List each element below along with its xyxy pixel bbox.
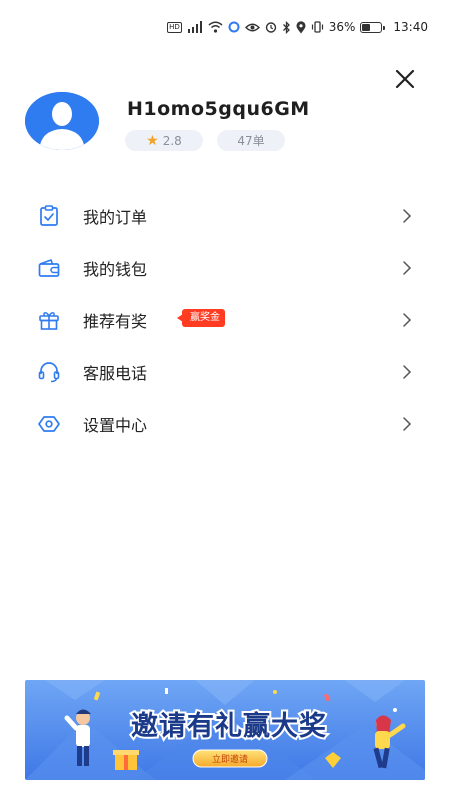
vibrate-icon — [311, 21, 324, 33]
status-bar: HD 36% 13:40 — [0, 0, 450, 52]
orders-chip: 47单 — [217, 130, 285, 151]
star-icon: ★ — [146, 132, 159, 149]
alarm-icon — [265, 21, 277, 33]
chevron-right-icon — [403, 365, 412, 379]
rating-chip: ★ 2.8 — [125, 130, 203, 151]
banner-headline: 邀请有礼赢大奖 — [131, 710, 327, 742]
close-icon — [395, 69, 415, 89]
menu-item-customer-service[interactable]: 客服电话 — [0, 346, 450, 398]
profile-section: H1omo5gqu6GM ★ 2.8 47单 — [25, 92, 425, 162]
battery-percent: 36% — [328, 20, 356, 34]
battery-level-fill — [362, 23, 370, 31]
headset-icon — [38, 362, 60, 383]
location-icon — [296, 20, 306, 34]
clock: 13:40 — [393, 20, 428, 34]
chevron-right-icon — [403, 209, 412, 223]
gift-box-illustration — [113, 750, 139, 770]
menu-item-label: 我的钱包 — [83, 260, 148, 279]
invite-now-button[interactable]: 立即邀请 — [192, 749, 268, 768]
menu-list: 我的订单 我的钱包 推荐有奖 赢奖金 客服电话 设置中心 — [0, 190, 450, 450]
username: H1omo5gqu6GM — [127, 98, 310, 120]
hd-icon: HD — [167, 21, 182, 33]
eye-icon — [244, 22, 260, 33]
menu-item-label: 客服电话 — [83, 364, 148, 383]
menu-item-label: 设置中心 — [83, 416, 148, 435]
chevron-right-icon — [403, 313, 412, 327]
close-button[interactable] — [392, 66, 418, 92]
wifi-icon — [208, 21, 223, 33]
avatar[interactable] — [25, 92, 99, 150]
menu-item-referral[interactable]: 推荐有奖 赢奖金 — [0, 294, 450, 346]
banner-artwork: 邀请有礼赢大奖 立即邀请 — [25, 680, 425, 780]
chevron-right-icon — [403, 417, 412, 431]
menu-item-label: 推荐有奖 — [83, 312, 148, 331]
settings-icon — [38, 416, 60, 432]
status-icons: HD 36% 13:40 — [167, 18, 428, 36]
sync-icon — [228, 21, 240, 33]
menu-item-wallet[interactable]: 我的钱包 — [0, 242, 450, 294]
rating-value: 2.8 — [162, 133, 182, 148]
menu-item-settings[interactable]: 设置中心 — [0, 398, 450, 450]
chevron-right-icon — [403, 261, 412, 275]
bluetooth-icon — [282, 20, 291, 34]
battery-icon — [360, 21, 386, 33]
menu-item-label: 我的订单 — [83, 208, 148, 227]
user-avatar-icon — [25, 92, 99, 150]
orders-count: 47单 — [237, 134, 265, 148]
gift-icon — [39, 312, 59, 330]
invite-now-label: 立即邀请 — [212, 753, 248, 765]
wallet-icon — [38, 259, 60, 277]
signal-icon — [187, 21, 203, 33]
menu-item-orders[interactable]: 我的订单 — [0, 190, 450, 242]
invite-banner[interactable]: 邀请有礼赢大奖 立即邀请 — [25, 680, 425, 780]
order-clipboard-icon — [40, 205, 58, 226]
reward-badge: 赢奖金 — [177, 309, 225, 327]
